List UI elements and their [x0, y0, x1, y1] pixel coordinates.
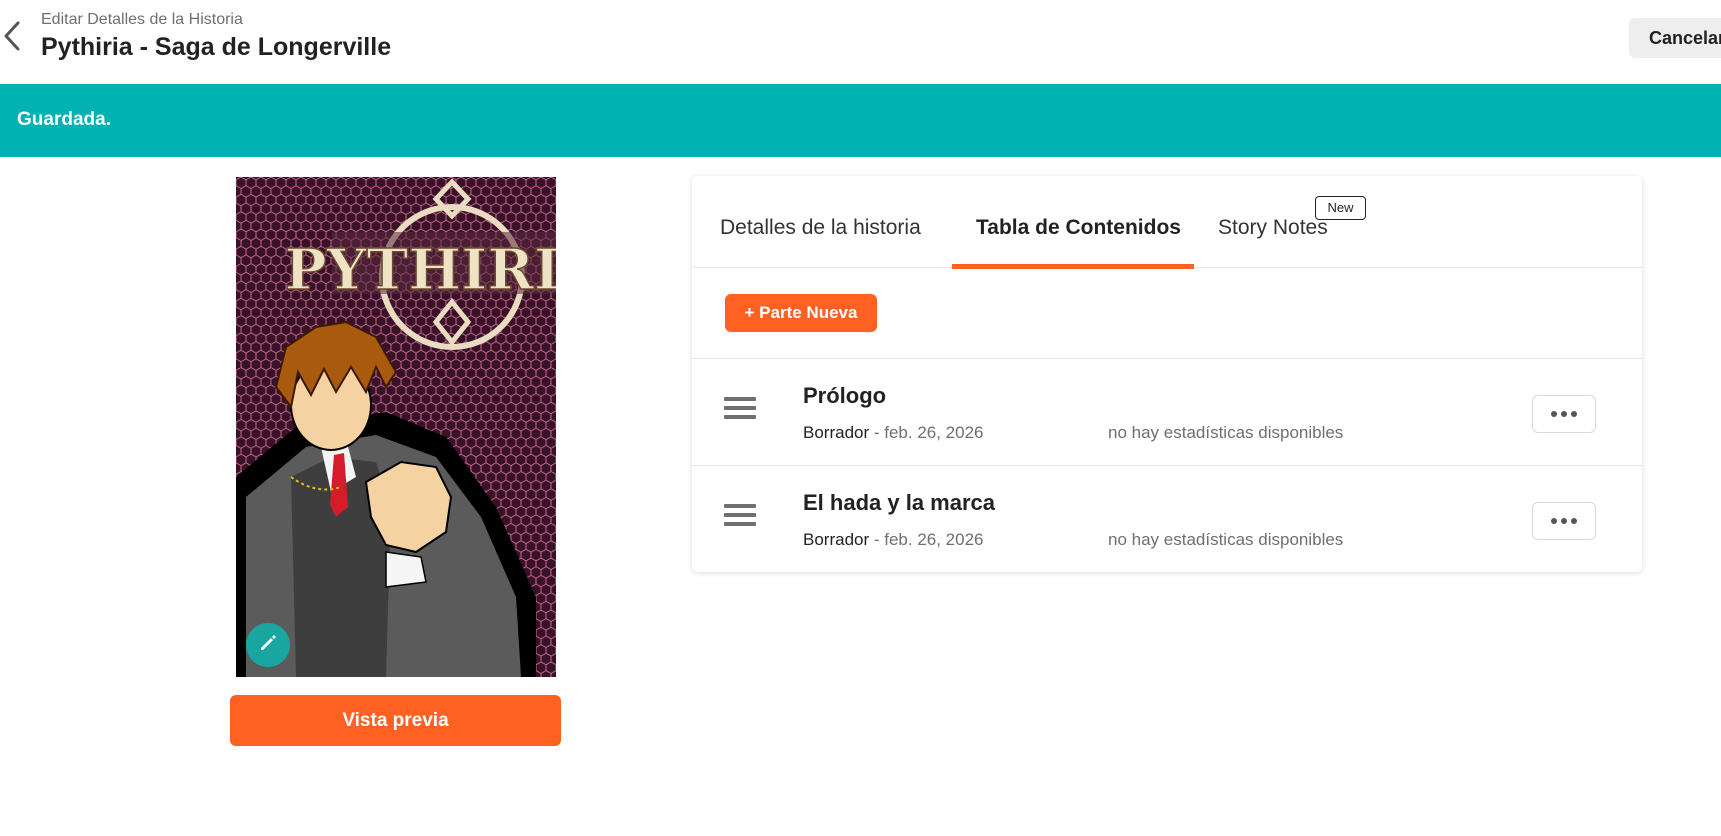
part-separator: -: [869, 423, 885, 442]
new-part-section: + Parte Nueva: [692, 268, 1642, 359]
back-button[interactable]: [0, 20, 24, 56]
part-date: feb. 26, 2026: [884, 423, 984, 442]
saved-banner-text: Guardada.: [17, 109, 111, 130]
part-meta: Borrador - feb. 26, 2026: [803, 423, 984, 443]
page-header: Editar Detalles de la Historia Pythiria …: [0, 0, 1721, 84]
part-stats: no hay estadísticas disponibles: [1108, 530, 1344, 549]
part-stats: no hay estadísticas disponibles: [1108, 423, 1344, 442]
part-status: Borrador: [803, 530, 870, 549]
part-separator: -: [869, 530, 885, 549]
more-options-button[interactable]: [1532, 395, 1596, 433]
story-cover: PYTHIRIA: [236, 177, 556, 677]
pencil-icon: [258, 633, 278, 658]
list-item[interactable]: Prólogo Borrador - feb. 26, 2026 no hay …: [692, 359, 1642, 466]
tab-story-notes[interactable]: Story Notes: [1204, 176, 1404, 268]
page-subtitle: Editar Detalles de la Historia: [41, 11, 243, 28]
part-date: feb. 26, 2026: [884, 530, 984, 549]
part-title[interactable]: El hada y la marca: [803, 490, 995, 516]
edit-cover-button[interactable]: [246, 623, 290, 667]
tab-label: Tabla de Contenidos: [976, 216, 1181, 239]
saved-banner: Guardada.: [0, 84, 1721, 157]
part-status: Borrador: [803, 423, 870, 442]
tab-bar: Detalles de la historia Tabla de Conteni…: [692, 176, 1642, 269]
list-item[interactable]: El hada y la marca Borrador - feb. 26, 2…: [692, 466, 1642, 573]
page-title: Pythiria - Saga de Longerville: [41, 33, 392, 61]
tab-label: Story Notes: [1218, 216, 1328, 239]
tab-label: Detalles de la historia: [720, 216, 921, 239]
preview-button[interactable]: Vista previa: [230, 695, 561, 746]
cover-illustration: PYTHIRIA: [236, 177, 556, 677]
tab-table-of-contents[interactable]: Tabla de Contenidos: [952, 176, 1194, 269]
ellipsis-icon: [1551, 518, 1577, 524]
drag-handle-icon[interactable]: [724, 504, 756, 532]
new-badge: New: [1315, 196, 1366, 220]
cancel-button[interactable]: Cancelar: [1629, 18, 1721, 58]
story-editor-card: Detalles de la historia Tabla de Conteni…: [692, 176, 1642, 572]
part-meta: Borrador - feb. 26, 2026: [803, 530, 984, 550]
drag-handle-icon[interactable]: [724, 397, 756, 425]
new-part-button[interactable]: + Parte Nueva: [725, 294, 877, 332]
more-options-button[interactable]: [1532, 502, 1596, 540]
tab-story-details[interactable]: Detalles de la historia: [692, 176, 952, 268]
cover-logo-text: PYTHIRIA: [284, 237, 556, 303]
chevron-left-icon: [3, 21, 21, 56]
ellipsis-icon: [1551, 411, 1577, 417]
part-title[interactable]: Prólogo: [803, 383, 886, 409]
